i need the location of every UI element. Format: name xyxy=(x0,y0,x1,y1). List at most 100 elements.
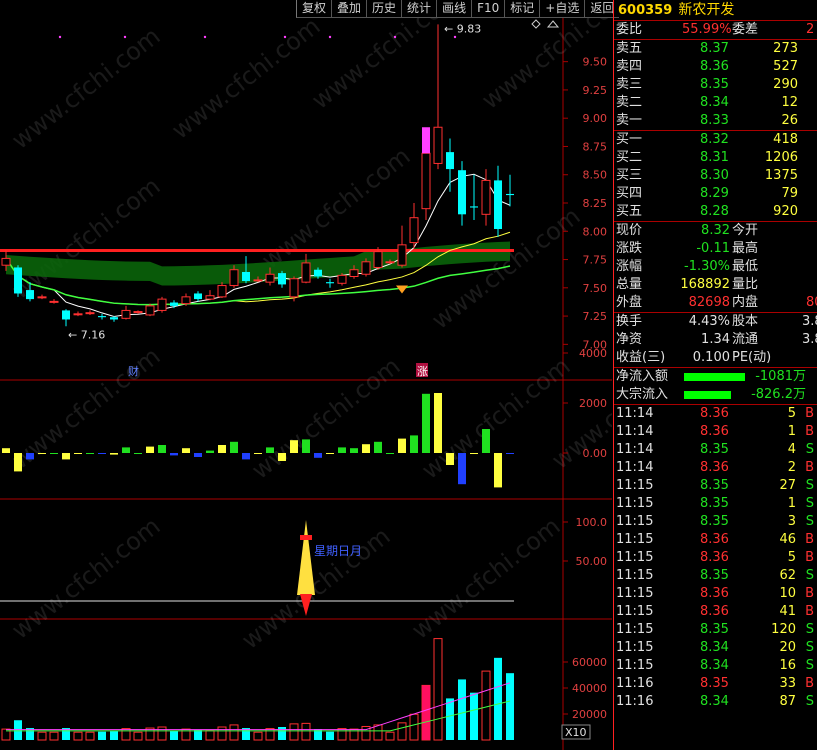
flow-bar xyxy=(230,441,238,453)
y-tick-label: 9.50 xyxy=(583,56,608,69)
ask-volume: 290 xyxy=(773,77,798,92)
tick-row: 11:14 8.36 2 B xyxy=(614,459,817,477)
tick-side: S xyxy=(805,496,814,511)
volume-highlight xyxy=(422,685,430,740)
stat-value-2: 3.8 xyxy=(802,314,817,329)
candle-body xyxy=(278,273,286,285)
flow-bar xyxy=(2,448,10,453)
candle-body xyxy=(458,170,466,215)
stat-label-2: 最低 xyxy=(732,259,759,274)
ask-price: 8.35 xyxy=(700,77,729,92)
candle-body xyxy=(145,305,155,316)
toolbar-button-4[interactable]: 画线 xyxy=(436,0,472,18)
signal-dot xyxy=(203,35,207,39)
y-tick-label: 7.25 xyxy=(583,310,608,323)
tick-price: 8.35 xyxy=(700,514,729,529)
bid-volume: 1375 xyxy=(764,168,798,183)
toolbar-button-0[interactable]: 复权 xyxy=(296,0,332,18)
candle-body xyxy=(397,244,407,266)
stat-label-2: 今开 xyxy=(732,223,759,238)
candle-body xyxy=(446,152,454,170)
tick-time: 11:15 xyxy=(616,604,654,619)
flow-bar xyxy=(266,447,274,453)
bid-level: 买四 8.29 79 xyxy=(614,185,817,203)
tick-price: 8.36 xyxy=(700,424,729,439)
tick-time: 11:15 xyxy=(616,568,654,583)
tick-row: 11:15 8.35 1 S xyxy=(614,495,817,513)
tick-row: 11:15 8.36 10 B xyxy=(614,585,817,603)
tick-price: 8.36 xyxy=(700,604,729,619)
bid-label: 买二 xyxy=(616,150,643,165)
candle-body xyxy=(229,269,239,287)
tick-price: 8.35 xyxy=(700,442,729,457)
stat-value: -0.11 xyxy=(696,241,730,256)
weicha-value: 2 xyxy=(806,22,815,37)
candle-body xyxy=(326,282,334,284)
tick-price: 8.35 xyxy=(700,676,729,691)
capital-flows: 净流入额 -1081万 大宗流入 -826.2万 xyxy=(614,368,817,404)
flow-bar xyxy=(206,450,214,453)
flow-bar xyxy=(458,453,466,485)
tick-volume: 16 xyxy=(779,658,796,673)
y-tick-label: 100.0 xyxy=(576,516,608,529)
toolbar-button-3[interactable]: 统计 xyxy=(401,0,437,18)
y-tick-label: 7.75 xyxy=(583,254,608,267)
stat-row: 换手 4.43%股本 3.8 xyxy=(614,313,817,331)
tick-volume: 3 xyxy=(787,514,796,529)
stat-label: 现价 xyxy=(616,223,643,238)
toolbar-button-1[interactable]: 叠加 xyxy=(331,0,367,18)
y-tick-label: 8.75 xyxy=(583,140,608,153)
tick-row: 11:14 8.35 4 S xyxy=(614,441,817,459)
flow-row: 净流入额 -1081万 xyxy=(614,368,817,386)
ask-label: 卖二 xyxy=(616,95,643,110)
tick-side: S xyxy=(805,640,814,655)
candle-body xyxy=(506,193,514,196)
signal-dot xyxy=(453,35,457,39)
flow-bar xyxy=(254,453,262,454)
candle-body xyxy=(133,311,143,314)
volume-bar xyxy=(446,698,454,740)
candle-body xyxy=(37,296,47,299)
flow-bar xyxy=(446,453,454,465)
stat-row: 涨跌 -0.11 最高 xyxy=(614,240,817,258)
quote-panel: 600359 新农开发 委比 55.99% 委差 2 卖五 8.37 273 卖四 8.… xyxy=(613,0,817,750)
toolbar-button-7[interactable]: +自选 xyxy=(539,0,585,18)
tick-time: 11:15 xyxy=(616,478,654,493)
ask-price: 8.33 xyxy=(700,113,729,128)
kline-chart[interactable]: www.cfchi.com www.cfchi.comwww.cfchi.com w… xyxy=(0,0,612,750)
tick-time: 11:14 xyxy=(616,424,654,439)
candle-body xyxy=(481,179,491,215)
tick-side: B xyxy=(805,460,814,475)
toolbar-button-2[interactable]: 历史 xyxy=(366,0,402,18)
ask-level: 卖一 8.33 26 xyxy=(614,112,817,130)
weicha-label: 委差 xyxy=(732,22,759,37)
flow-bar xyxy=(110,453,118,455)
candle-body xyxy=(14,267,22,294)
toolbar-button-5[interactable]: F10 xyxy=(471,0,505,18)
ask-volume: 527 xyxy=(773,59,798,74)
stock-title: 600359 新农开发 xyxy=(614,0,817,21)
stat-label-2: 内盘 xyxy=(732,295,759,310)
stat-value: 4.43% xyxy=(688,314,730,329)
ask-levels: 卖五 8.37 273 卖四 8.36 527 卖三 8.35 290 卖二 8.34 12 卖一 8.3… xyxy=(614,40,817,130)
tick-time: 11:15 xyxy=(616,622,654,637)
tick-time: 11:15 xyxy=(616,586,654,601)
stat-value-2: 80 xyxy=(806,295,817,310)
flow-bar xyxy=(194,453,202,457)
volume-bar xyxy=(14,720,22,740)
flow-label: 净流入额 xyxy=(616,369,669,384)
tick-price: 8.35 xyxy=(700,478,729,493)
y-tick-label: 8.00 xyxy=(583,225,608,238)
volume-bar xyxy=(170,730,178,740)
ask-label: 卖四 xyxy=(616,59,643,74)
candle-body xyxy=(433,126,443,164)
tick-side: S xyxy=(805,694,814,709)
toolbar-button-6[interactable]: 标记 xyxy=(504,0,540,18)
flow-bar xyxy=(326,453,334,454)
stat-label: 收益(三) xyxy=(616,350,666,365)
kline-chart-area[interactable]: www.cfchi.com www.cfchi.com www.cfchi.com w… xyxy=(0,0,612,750)
tick-list[interactable]: 11:14 8.36 5 B 11:14 8.36 1 B 11:14 8.35 4 S 11:14 8.… xyxy=(614,405,817,711)
tick-volume: 87 xyxy=(779,694,796,709)
y-tick-label: 2000 xyxy=(579,397,607,410)
ask-label: 卖三 xyxy=(616,77,643,92)
